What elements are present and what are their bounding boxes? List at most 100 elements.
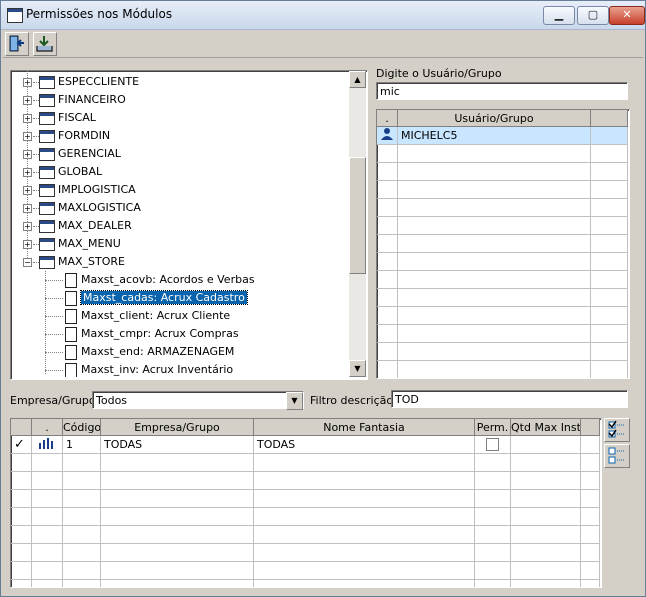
expand-toggle-icon[interactable]: + [23, 222, 32, 231]
expand-toggle-icon[interactable]: + [23, 132, 32, 141]
expand-toggle-icon[interactable]: + [23, 186, 32, 195]
user-row-indicator[interactable] [377, 271, 398, 289]
maximize-button[interactable]: ▢ [577, 6, 609, 25]
table-icon [39, 112, 55, 125]
user-row-name[interactable] [398, 199, 591, 217]
company-empresa-cell[interactable]: TODAS [101, 436, 254, 454]
chevron-down-icon[interactable]: ▼ [286, 392, 303, 410]
minimize-button[interactable]: ▁ [543, 6, 575, 25]
user-row-name[interactable] [398, 217, 591, 235]
uncheck-all-button[interactable] [604, 444, 630, 468]
check-list-icon [608, 420, 625, 438]
user-row-indicator[interactable] [377, 289, 398, 307]
company-perm-cell [475, 436, 511, 454]
company-col-qtd[interactable]: Qtd Max Inst [511, 419, 581, 436]
tree-item[interactable]: + FINANCEIRO [11, 91, 349, 109]
scroll-up-button[interactable]: ▲ [349, 71, 366, 88]
user-row-indicator[interactable] [377, 235, 398, 253]
tree-item[interactable]: + GLOBAL [11, 163, 349, 181]
expand-toggle-icon[interactable]: + [23, 204, 32, 213]
tree-item[interactable]: + GERENCIAL [11, 145, 349, 163]
tree-item[interactable]: + MAXLOGISTICA [11, 199, 349, 217]
filtro-input[interactable]: TOD [391, 390, 628, 408]
company-cell [581, 526, 600, 544]
company-fantasia-cell[interactable]: TODAS [254, 436, 475, 454]
company-cell [475, 472, 511, 490]
empresa-label: Empresa/Grupo: [10, 394, 100, 407]
company-cell [101, 490, 254, 508]
module-tree[interactable]: + ESPECCLIENTE + FINANCEIRO + FISCAL + FORMDIN +… [10, 70, 368, 380]
expand-toggle-icon[interactable]: + [23, 240, 32, 249]
company-col-codigo[interactable]: Código [63, 419, 101, 436]
scroll-thumb[interactable] [349, 157, 366, 274]
user-row-name[interactable]: MICHELC5 [398, 127, 591, 145]
user-row-name[interactable] [398, 325, 591, 343]
expand-toggle-icon[interactable]: + [23, 114, 32, 123]
user-row-indicator[interactable] [377, 217, 398, 235]
expand-toggle-icon[interactable]: − [23, 258, 32, 267]
expand-toggle-icon[interactable]: + [23, 78, 32, 87]
perm-checkbox[interactable] [486, 438, 499, 451]
tree-scrollbar[interactable]: ▲ ▼ [349, 71, 366, 377]
user-row-name[interactable] [398, 145, 591, 163]
tree-item[interactable]: Maxst_cmpr: Acrux Compras [11, 325, 349, 343]
check-all-button[interactable] [604, 418, 630, 442]
user-row-indicator[interactable] [377, 127, 398, 145]
expand-toggle-icon[interactable]: + [23, 168, 32, 177]
tree-item[interactable]: + ESPECCLIENTE [11, 73, 349, 91]
bar-chart-icon [39, 438, 53, 449]
company-codigo-cell[interactable]: 1 [63, 436, 101, 454]
user-row-extra [591, 235, 628, 253]
save-button[interactable] [33, 32, 57, 56]
scroll-down-button[interactable]: ▼ [349, 360, 366, 377]
company-cell [511, 544, 581, 562]
tree-item-label: GERENCIAL [58, 147, 121, 160]
tree-item[interactable]: + IMPLOGISTICA [11, 181, 349, 199]
user-row-indicator[interactable] [377, 145, 398, 163]
user-row-name[interactable] [398, 163, 591, 181]
user-row-indicator[interactable] [377, 199, 398, 217]
user-row-indicator[interactable] [377, 253, 398, 271]
company-cell [475, 490, 511, 508]
tree-item[interactable]: + FORMDIN [11, 127, 349, 145]
tree-item[interactable]: Maxst_acovb: Acordos e Verbas [11, 271, 349, 289]
exit-button[interactable] [5, 32, 29, 56]
tree-item[interactable]: Maxst_end: ARMAZENAGEM [11, 343, 349, 361]
expand-toggle-icon[interactable]: + [23, 150, 32, 159]
user-row-name[interactable] [398, 235, 591, 253]
user-row-name[interactable] [398, 181, 591, 199]
user-row-indicator[interactable] [377, 361, 398, 378]
company-col-perm[interactable]: Perm. [475, 419, 511, 436]
user-search-input[interactable]: mic [376, 82, 628, 100]
tree-item[interactable]: + FISCAL [11, 109, 349, 127]
user-row-name[interactable] [398, 289, 591, 307]
user-row-name[interactable] [398, 343, 591, 361]
user-row-extra [591, 307, 628, 325]
user-row-indicator[interactable] [377, 325, 398, 343]
tree-item[interactable]: + MAX_DEALER [11, 217, 349, 235]
user-row-indicator[interactable] [377, 307, 398, 325]
title-bar[interactable]: Permissões nos Módulos ▁ ▢ ✕ [1, 1, 645, 30]
company-col-fantasia[interactable]: Nome Fantasia [254, 419, 475, 436]
tree-item[interactable]: + MAX_MENU [11, 235, 349, 253]
company-cell [63, 562, 101, 580]
user-row-indicator[interactable] [377, 163, 398, 181]
user-grid-col-user[interactable]: Usuário/Grupo [398, 110, 591, 127]
user-row-name[interactable] [398, 271, 591, 289]
user-row-extra [591, 361, 628, 378]
tree-item[interactable]: Maxst_client: Acrux Cliente [11, 307, 349, 325]
company-col-empresa[interactable]: Empresa/Grupo [101, 419, 254, 436]
expand-toggle-icon[interactable]: + [23, 96, 32, 105]
tree-item[interactable]: − MAX_STORE [11, 253, 349, 271]
user-row-indicator[interactable] [377, 181, 398, 199]
user-row-name[interactable] [398, 307, 591, 325]
company-cell [32, 580, 63, 587]
user-row-name[interactable] [398, 253, 591, 271]
empresa-select[interactable]: Todos ▼ [92, 391, 304, 410]
tree-item[interactable]: Maxst_inv: Acrux Inventário [11, 361, 349, 377]
close-button[interactable]: ✕ [609, 6, 645, 25]
company-cell [101, 544, 254, 562]
user-row-indicator[interactable] [377, 343, 398, 361]
user-row-name[interactable] [398, 361, 591, 378]
tree-item[interactable]: Maxst_cadas: Acrux Cadastro [11, 289, 349, 307]
